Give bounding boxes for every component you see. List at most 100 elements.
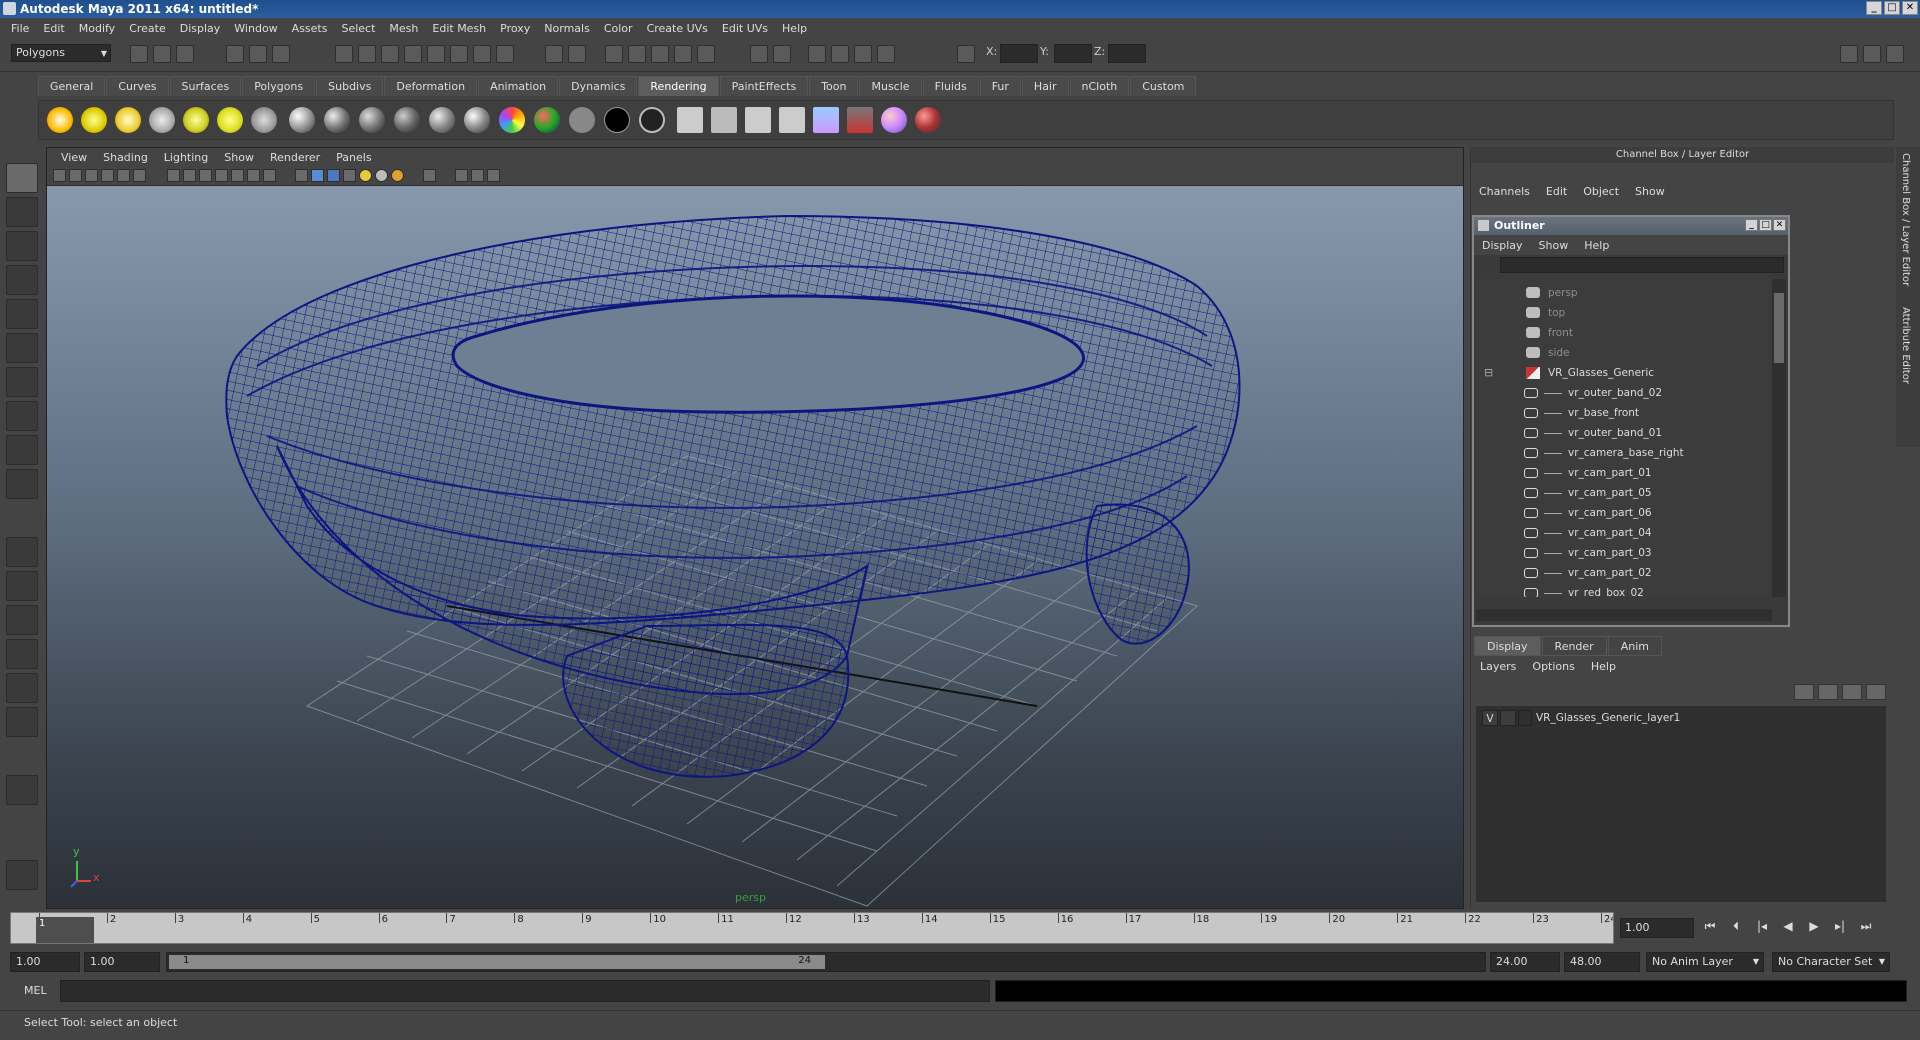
layout-dopesheet-icon[interactable] (6, 707, 38, 737)
surface-shader-icon[interactable] (569, 107, 595, 133)
side-tab-attribute-editor[interactable]: Attribute Editor (1900, 307, 1911, 384)
channel-box-menu-channels[interactable]: Channels (1471, 185, 1538, 203)
wireframe-shading-icon[interactable] (295, 169, 308, 182)
show-manipulator-icon[interactable] (6, 435, 38, 465)
go-to-start-icon[interactable]: ⏮ (1700, 919, 1720, 937)
shelf-tab-painteffects[interactable]: PaintEffects (719, 76, 809, 96)
resolution-gate-icon[interactable] (199, 169, 212, 182)
lock-icon[interactable] (545, 45, 563, 63)
move-tool-icon[interactable] (6, 265, 38, 295)
outliner-minimize-button[interactable]: _ (1745, 219, 1758, 231)
universal-manipulator-icon[interactable] (6, 367, 38, 397)
scrollbar-thumb[interactable] (1774, 293, 1784, 363)
shelf-tab-fluids[interactable]: Fluids (922, 76, 979, 96)
select-camera-icon[interactable] (53, 169, 66, 182)
gate-mask-icon[interactable] (215, 169, 228, 182)
directional-light-icon[interactable] (81, 107, 107, 133)
shelf-tab-curves[interactable]: Curves (106, 76, 169, 96)
camera-attributes-icon[interactable] (69, 169, 82, 182)
menu-file[interactable]: File (4, 22, 36, 35)
safe-action-icon[interactable] (247, 169, 260, 182)
outliner-item[interactable]: vr_cam_part_06 (1476, 503, 1772, 523)
shelf-tab-surfaces[interactable]: Surfaces (169, 76, 242, 96)
mel-language-toggle[interactable]: MEL (24, 984, 47, 997)
minimize-button[interactable]: _ (1866, 1, 1882, 15)
move-layer-up-icon[interactable] (1842, 684, 1862, 700)
history-icon[interactable] (450, 45, 468, 63)
outliner-title-bar[interactable]: Outliner _ □ ✕ (1474, 217, 1788, 235)
layer-editor-toggle-icon[interactable] (877, 45, 895, 63)
camera-icon[interactable] (251, 107, 277, 133)
layer-tab-anim[interactable]: Anim (1607, 636, 1662, 656)
outliner-item[interactable]: vr_outer_band_01 (1476, 423, 1772, 443)
spot-light-icon[interactable] (149, 107, 175, 133)
isolate-select-icon[interactable] (455, 169, 468, 182)
toolbox-extras-icon[interactable] (6, 775, 38, 805)
menu-edit-uvs[interactable]: Edit UVs (715, 22, 775, 35)
script-editor-icon[interactable] (6, 860, 38, 890)
playback-end-field[interactable]: 24.00 (1490, 952, 1560, 972)
layer-menu-layers[interactable]: Layers (1472, 660, 1524, 673)
high-quality-render-icon[interactable] (487, 169, 500, 182)
menu-select[interactable]: Select (334, 22, 382, 35)
viewport-menu-renderer[interactable]: Renderer (262, 151, 328, 164)
layout-hypershade-icon[interactable] (6, 673, 38, 703)
outliner-item[interactable]: side (1476, 343, 1772, 363)
range-slider-thumb[interactable]: 1 24 (169, 955, 825, 969)
menu-window[interactable]: Window (227, 22, 284, 35)
tool-settings-toggle-icon[interactable] (831, 45, 849, 63)
input-ops-icon[interactable] (750, 45, 768, 63)
outliner-menu-show[interactable]: Show (1531, 239, 1577, 252)
snap-plane-icon[interactable] (404, 45, 422, 63)
playback-start-field[interactable]: 1.00 (84, 952, 160, 972)
layout-outliner-persp-icon[interactable] (6, 605, 38, 635)
shelf-tab-rendering[interactable]: Rendering (638, 76, 719, 96)
outliner-item[interactable]: vr_camera_base_right (1476, 443, 1772, 463)
shelf-tab-dynamics[interactable]: Dynamics (559, 76, 638, 96)
menu-create[interactable]: Create (122, 22, 173, 35)
viewport-scene[interactable]: y x persp (47, 186, 1463, 908)
shelf-tab-deformation[interactable]: Deformation (384, 76, 478, 96)
outliner-vertical-scrollbar[interactable] (1772, 279, 1786, 597)
outliner-item[interactable]: vr_cam_part_05 (1476, 483, 1772, 503)
outliner-menu-help[interactable]: Help (1576, 239, 1617, 252)
paint-effects-globals-icon[interactable] (881, 107, 907, 133)
viewport-menu-lighting[interactable]: Lighting (156, 151, 216, 164)
layer-row[interactable]: V VR_Glasses_Generic_layer1 (1478, 708, 1884, 728)
area-light-icon[interactable] (183, 107, 209, 133)
phonge-material-icon[interactable] (429, 107, 455, 133)
menu-set-selector[interactable]: Polygons (11, 44, 111, 62)
channel-box-menu-edit[interactable]: Edit (1538, 185, 1575, 203)
layout-single-pane-icon[interactable] (6, 537, 38, 567)
test-resolution-icon[interactable] (847, 107, 873, 133)
viewport-menu-view[interactable]: View (53, 151, 95, 164)
wireframe-on-shaded-icon[interactable] (327, 169, 340, 182)
textured-icon[interactable] (343, 169, 356, 182)
field-chart-icon[interactable] (231, 169, 244, 182)
channel-box-menu-show[interactable]: Show (1627, 185, 1673, 203)
hypershade-window-icon[interactable] (677, 107, 703, 133)
lasso-tool-icon[interactable] (6, 197, 38, 227)
hypershade-icon[interactable] (674, 45, 692, 63)
grid-toggle-icon[interactable] (167, 169, 180, 182)
select-by-hierarchy-icon[interactable] (226, 45, 244, 63)
go-to-end-icon[interactable]: ⏭ (1856, 919, 1876, 937)
render-view-icon[interactable] (697, 45, 715, 63)
blinn-material-icon[interactable] (324, 107, 350, 133)
phong-material-icon[interactable] (394, 107, 420, 133)
batch-render-icon[interactable] (779, 107, 805, 133)
image-plane-icon[interactable] (101, 169, 114, 182)
menu-edit-mesh[interactable]: Edit Mesh (425, 22, 493, 35)
outliner-item[interactable]: vr_base_front (1476, 403, 1772, 423)
menu-help[interactable]: Help (775, 22, 814, 35)
help-query-icon[interactable] (496, 45, 514, 63)
menu-edit[interactable]: Edit (36, 22, 71, 35)
channel-box-menu-object[interactable]: Object (1575, 185, 1627, 203)
layer-playback-toggle[interactable] (1500, 710, 1516, 726)
paint-canvas-icon[interactable] (915, 107, 941, 133)
menu-assets[interactable]: Assets (285, 22, 335, 35)
use-background-icon[interactable] (604, 107, 630, 133)
render-settings-icon[interactable] (651, 45, 669, 63)
ramp-shader-icon[interactable] (499, 107, 525, 133)
layer-color-swatch[interactable] (1518, 710, 1532, 726)
